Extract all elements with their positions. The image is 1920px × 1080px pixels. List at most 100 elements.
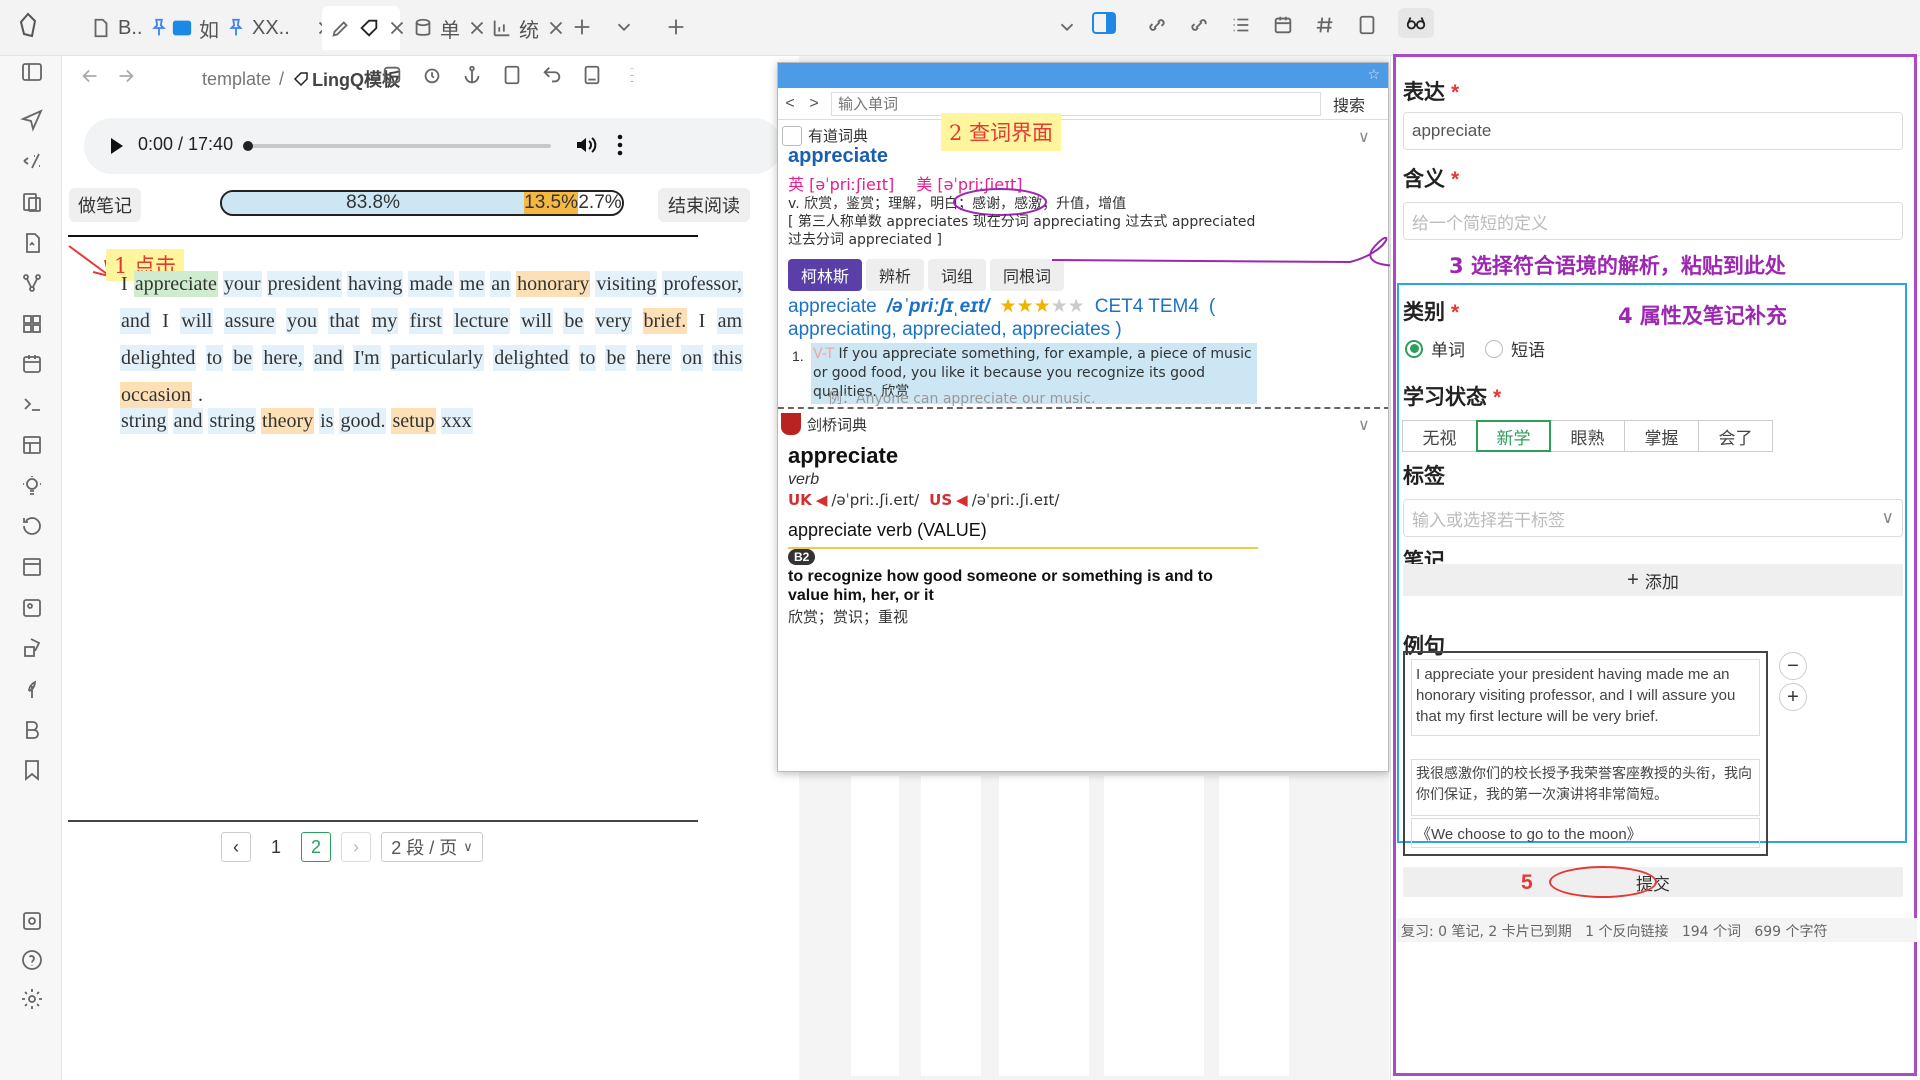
word-token[interactable]: delighted <box>120 345 197 371</box>
status-option[interactable]: 会了 <box>1698 420 1773 452</box>
tab-list-chevron-icon[interactable] <box>613 16 635 43</box>
per-page-select[interactable]: 2 段 / 页 ∨ <box>381 832 483 862</box>
shapes-icon[interactable] <box>20 636 44 660</box>
word-token[interactable]: professor, <box>662 271 744 297</box>
word-token[interactable]: to <box>205 345 224 371</box>
new-tab-button[interactable] <box>571 16 593 43</box>
pin-icon[interactable]: ☆ <box>1367 66 1380 83</box>
status-option[interactable]: 掌握 <box>1624 420 1699 452</box>
back-arrow-icon[interactable] <box>79 65 101 87</box>
dict-search-button[interactable]: 搜索 <box>1333 92 1365 116</box>
feather-icon[interactable] <box>20 677 44 701</box>
grid-icon[interactable] <box>20 312 44 336</box>
tab-list-chevron-icon-2[interactable] <box>1056 16 1078 43</box>
word-token[interactable]: delighted <box>493 345 570 371</box>
dict-tab[interactable]: 辨析 <box>866 259 925 291</box>
word-token[interactable]: president <box>266 271 342 297</box>
word-token[interactable]: and <box>172 408 204 434</box>
dice-icon[interactable] <box>381 64 403 86</box>
collapse-chevron-icon[interactable]: ∨ <box>1358 127 1370 147</box>
word-token[interactable]: theory <box>261 408 315 434</box>
word-token[interactable]: be <box>605 345 627 371</box>
status-option[interactable]: 无视 <box>1402 420 1477 452</box>
help-icon[interactable] <box>20 948 44 972</box>
next-page-button[interactable]: › <box>341 832 371 862</box>
alarm-clock-icon[interactable] <box>421 64 443 86</box>
example-cn-input[interactable]: 我很感激你们的校长授予我荣誉客座教授的头衔，我向你们保证，我的第一次演讲将非常简… <box>1411 759 1760 816</box>
file-copy-icon[interactable] <box>20 231 44 255</box>
word-token[interactable]: very <box>594 308 633 334</box>
word-token[interactable]: first <box>408 308 443 334</box>
play-icon[interactable] <box>108 136 126 161</box>
word-token[interactable]: this <box>712 345 744 371</box>
table-icon[interactable] <box>20 433 44 457</box>
word-token[interactable]: and <box>120 308 151 334</box>
calendar-icon[interactable] <box>20 352 44 376</box>
tags-select[interactable]: 输入或选择若干标签 ∨ <box>1403 499 1903 537</box>
breadcrumb-parent[interactable]: template <box>202 69 271 90</box>
add-note-button[interactable]: + 添加 <box>1403 564 1903 596</box>
dict-tab[interactable]: 词组 <box>928 259 987 291</box>
word-token[interactable]: setup <box>391 408 436 434</box>
phonetic-uk[interactable]: 英 [əˈpriːʃieɪt] <box>788 171 894 195</box>
audio-more-icon[interactable] <box>616 133 624 162</box>
word-token[interactable]: be <box>563 308 585 334</box>
undo-icon[interactable] <box>541 64 563 86</box>
page-2-current[interactable]: 2 <box>301 832 331 862</box>
new-tab-button-2[interactable] <box>665 16 687 43</box>
tab-ru[interactable]: 如 <box>163 6 255 50</box>
word-token[interactable]: string <box>208 408 257 434</box>
word-token[interactable]: I <box>698 308 707 334</box>
word-token[interactable]: appreciate <box>133 271 218 297</box>
word-token[interactable]: here <box>635 345 672 371</box>
list-icon[interactable] <box>1230 12 1252 38</box>
word-token[interactable]: xxx <box>440 408 473 434</box>
bold-b-icon[interactable] <box>20 718 44 742</box>
status-option[interactable]: 新学 <box>1476 420 1551 452</box>
collapse-chevron-icon[interactable]: ∨ <box>1358 415 1370 435</box>
hashtag-icon[interactable] <box>1314 12 1336 38</box>
book-icon[interactable] <box>1356 12 1378 38</box>
word-token[interactable]: my <box>370 308 399 334</box>
word-token[interactable]: having <box>346 271 404 297</box>
word-token[interactable]: your <box>222 271 262 297</box>
vault-switch-icon[interactable] <box>20 909 44 933</box>
remove-example-button[interactable]: − <box>1779 652 1807 680</box>
glasses-icon[interactable] <box>1398 8 1434 38</box>
percent-icon[interactable] <box>20 149 44 173</box>
word-token[interactable]: good. <box>339 408 387 434</box>
status-option[interactable]: 眼熟 <box>1550 420 1625 452</box>
settings-gear-icon[interactable] <box>20 987 44 1011</box>
word-token[interactable]: here, <box>262 345 304 371</box>
word-token[interactable]: brief. <box>642 308 688 334</box>
page-1[interactable]: 1 <box>261 832 291 862</box>
example-source-input[interactable]: 《We choose to go to the moon》 <box>1411 818 1760 848</box>
word-token[interactable]: me <box>458 271 486 297</box>
word-token[interactable]: visiting <box>595 271 658 297</box>
radio-word[interactable] <box>1405 339 1423 358</box>
image-icon[interactable] <box>20 596 44 620</box>
word-token[interactable]: is <box>319 408 335 434</box>
word-token[interactable]: string <box>120 408 168 434</box>
calendar-icon[interactable] <box>1272 12 1294 38</box>
dict-back-icon[interactable]: < <box>778 95 802 113</box>
templates-icon[interactable] <box>20 190 44 214</box>
vault-icon[interactable] <box>18 12 38 45</box>
word-token[interactable]: assure <box>223 308 276 334</box>
expression-input[interactable]: appreciate <box>1403 112 1903 150</box>
send-icon[interactable] <box>20 108 44 132</box>
example-en-input[interactable]: I appreciate your president having made … <box>1411 659 1760 736</box>
close-icon[interactable] <box>545 17 567 39</box>
forward-arrow-icon[interactable] <box>115 65 137 87</box>
word-token[interactable]: on <box>681 345 704 371</box>
word-token[interactable]: particularly <box>389 345 485 371</box>
sidebar-toggle-icon[interactable] <box>20 60 44 84</box>
word-token[interactable]: will <box>180 308 214 334</box>
prev-page-button[interactable]: ‹ <box>221 832 251 862</box>
terminal-icon[interactable] <box>20 392 44 416</box>
seek-handle[interactable] <box>243 141 253 151</box>
dict-tab[interactable]: 柯林斯 <box>788 259 863 291</box>
word-token[interactable]: that <box>328 308 361 334</box>
dict-forward-icon[interactable]: > <box>802 95 826 113</box>
layout-icon[interactable] <box>20 555 44 579</box>
